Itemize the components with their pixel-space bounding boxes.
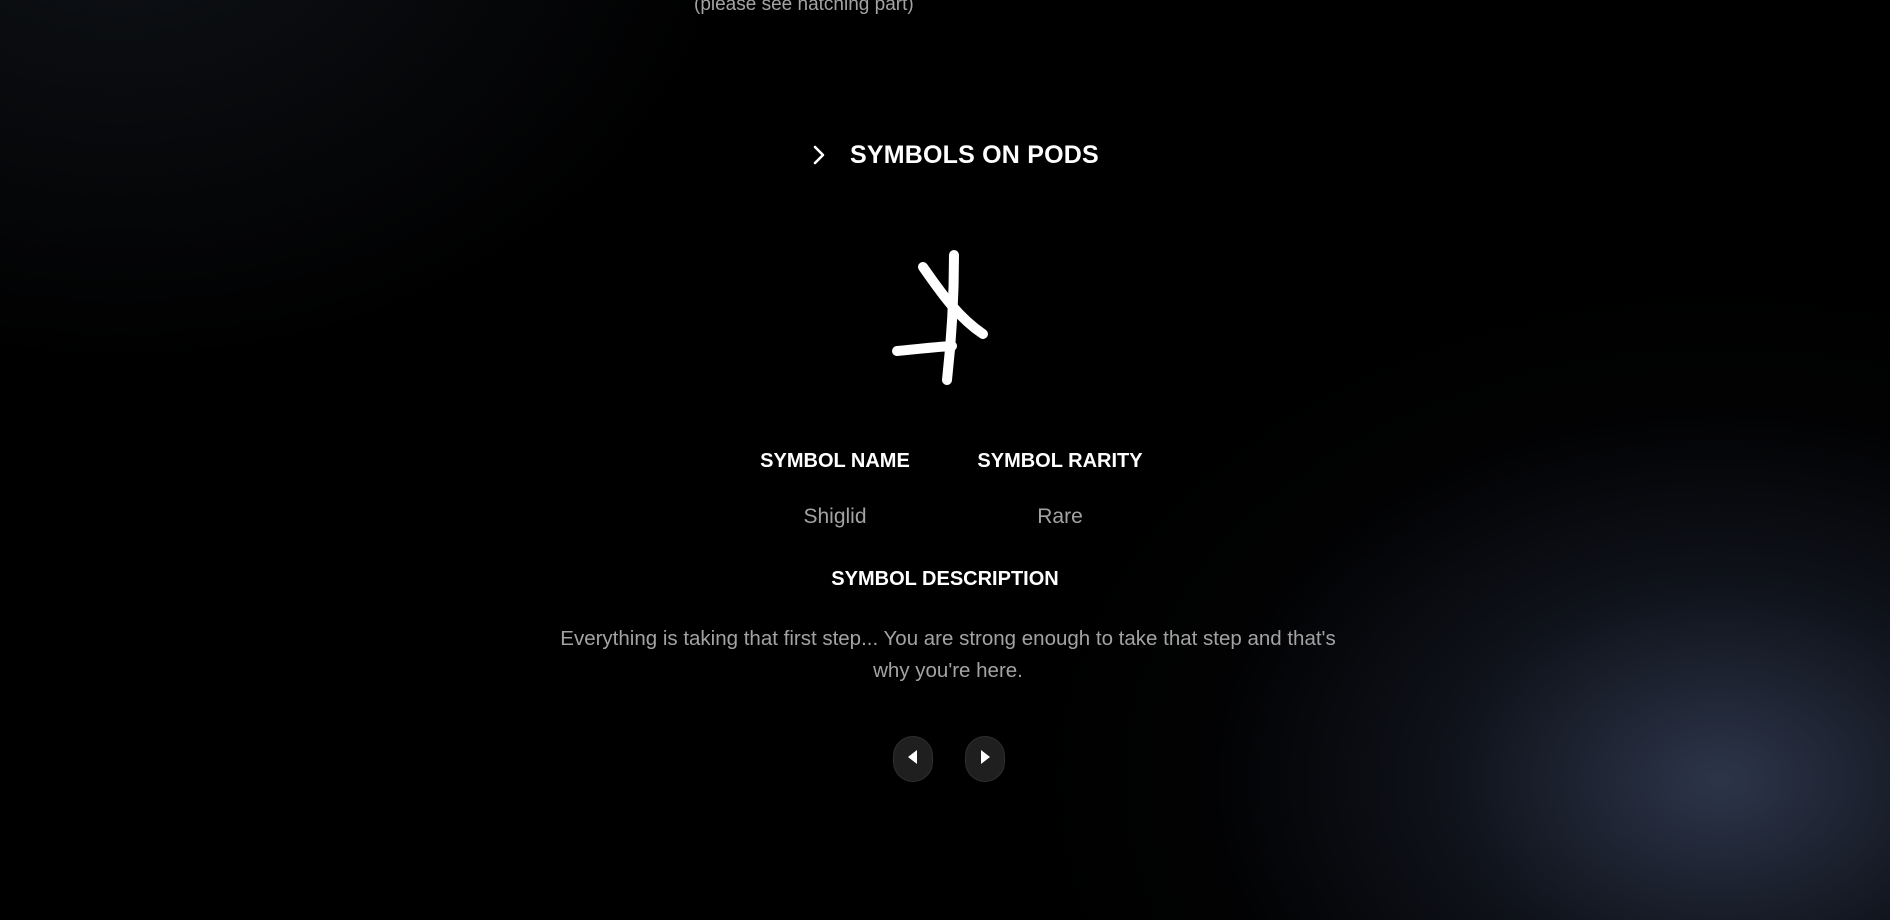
triangle-right-icon xyxy=(979,749,991,770)
shiglid-symbol-icon xyxy=(880,240,1000,390)
symbol-rarity-value: Rare xyxy=(1037,505,1083,528)
symbol-name-value: Shiglid xyxy=(803,505,867,528)
previous-symbol-button[interactable] xyxy=(893,736,933,782)
hatching-note: (please see hatching part) xyxy=(694,0,914,15)
symbols-section-toggle[interactable]: SYMBOLS ON PODS xyxy=(812,138,1099,172)
symbol-description: Everything is taking that first step... … xyxy=(560,627,1336,682)
symbol-rarity-label: SYMBOL RARITY xyxy=(977,450,1143,472)
chevron-right-icon xyxy=(812,144,830,166)
triangle-left-icon xyxy=(907,749,919,770)
symbol-name-label: SYMBOL NAME xyxy=(760,450,910,472)
next-symbol-button[interactable] xyxy=(965,736,1005,782)
section-title: SYMBOLS ON PODS xyxy=(850,140,1099,169)
symbol-description-label: SYMBOL DESCRIPTION xyxy=(831,568,1059,590)
